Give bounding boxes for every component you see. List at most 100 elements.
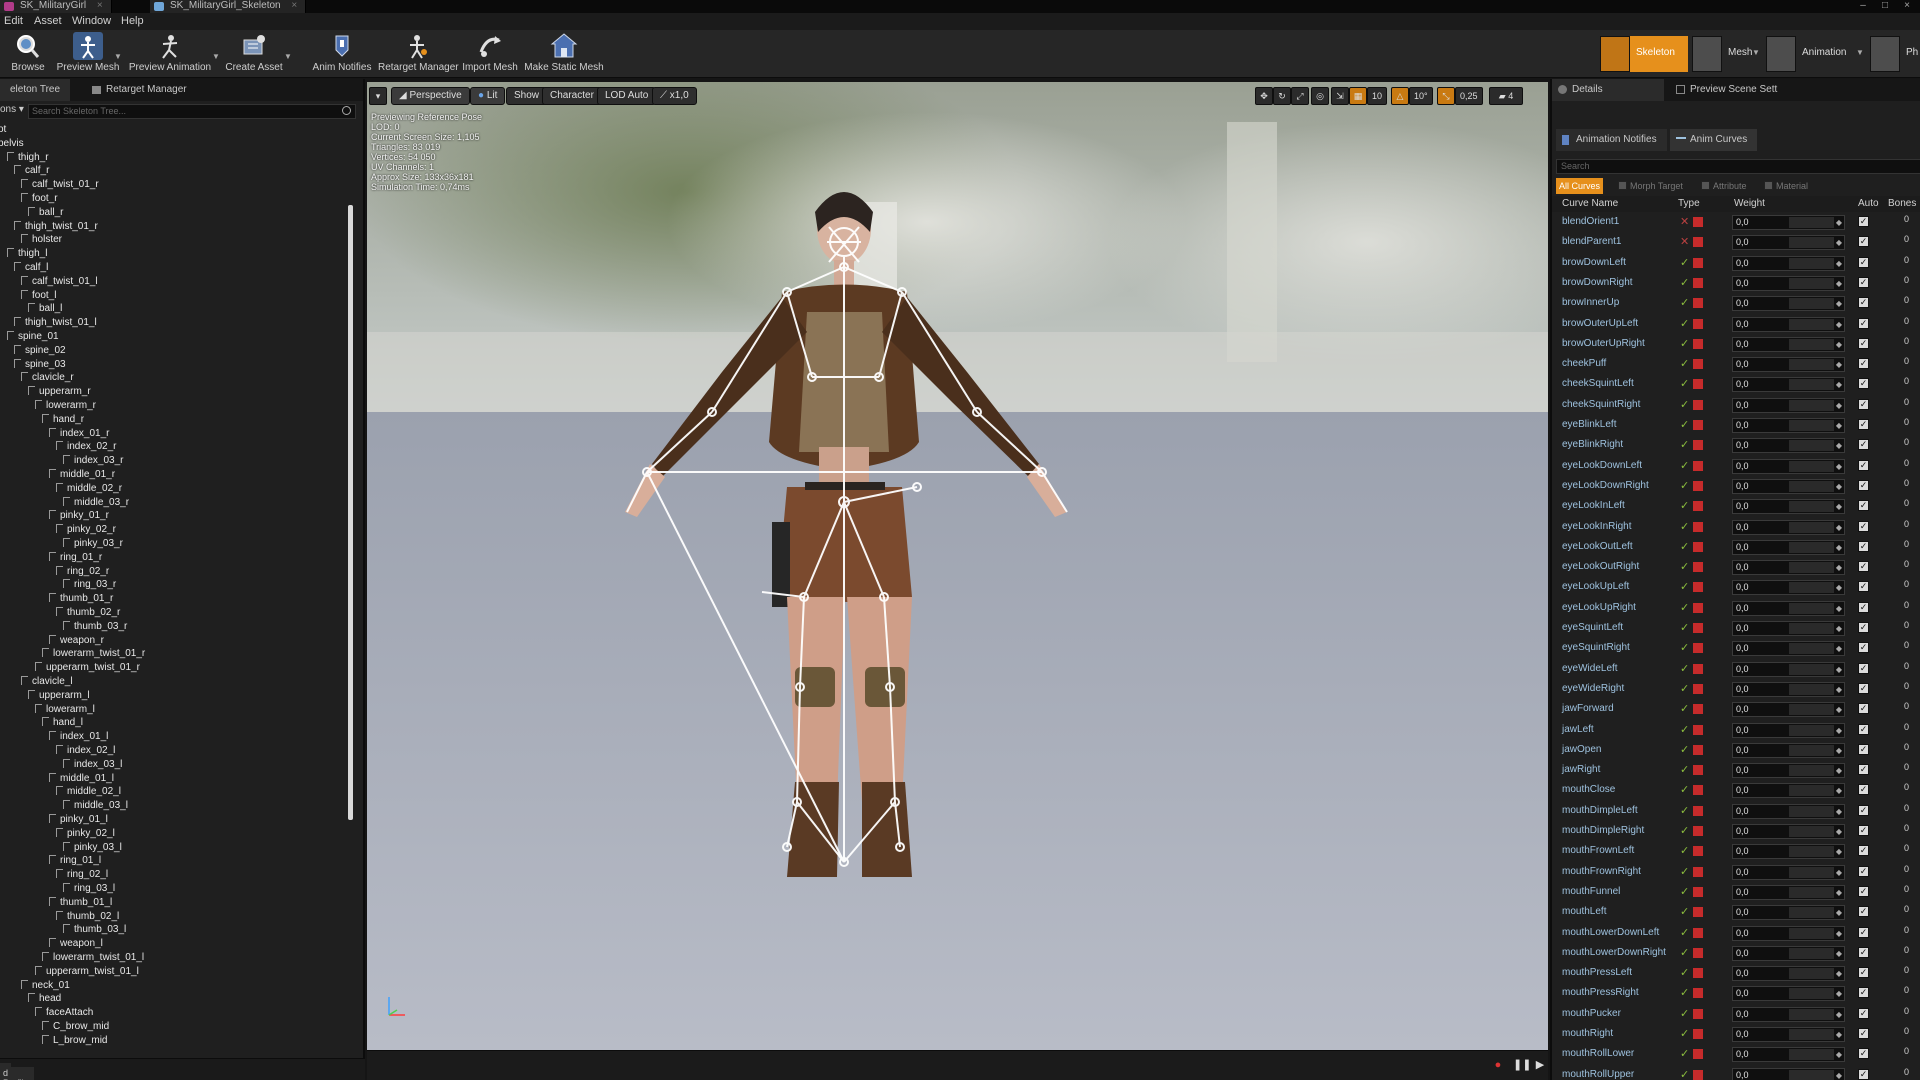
tree-row[interactable]: thigh_r	[7, 151, 49, 165]
morph-target-type-icon[interactable]: ✓	[1680, 623, 1690, 634]
spin-arrows-icon[interactable]: ◆	[1836, 906, 1842, 919]
spin-arrows-icon[interactable]: ◆	[1836, 724, 1842, 737]
tree-row[interactable]: middle_02_l	[56, 785, 121, 799]
tree-row[interactable]: thumb_03_l	[63, 923, 126, 937]
tree-row[interactable]: middle_03_l	[63, 799, 128, 813]
spin-arrows-icon[interactable]: ◆	[1836, 1008, 1842, 1021]
weight-slider[interactable]	[1789, 744, 1834, 756]
weight-input[interactable]: 0,0 ◆	[1732, 478, 1845, 494]
tree-row[interactable]: pinky_01_l	[49, 813, 108, 827]
morph-target-type-icon[interactable]: ✓	[1680, 886, 1690, 897]
tree-row[interactable]: ball_l	[28, 302, 62, 316]
doc-tab-mesh[interactable]: SK_MilitaryGirl ×	[0, 0, 112, 13]
menu-edit[interactable]: Edit	[4, 15, 23, 27]
spin-arrows-icon[interactable]: ◆	[1836, 602, 1842, 615]
spin-arrows-icon[interactable]: ◆	[1836, 947, 1842, 960]
tree-row[interactable]: upperarm_l	[28, 689, 90, 703]
tree-row[interactable]: index_03_l	[63, 758, 122, 772]
auto-checkbox[interactable]: ✓	[1858, 337, 1869, 349]
weight-slider[interactable]	[1789, 927, 1834, 939]
morph-target-type-icon[interactable]: ✕	[1680, 237, 1690, 248]
material-type-icon[interactable]	[1693, 623, 1703, 633]
tree-row[interactable]: thigh_twist_01_r	[14, 220, 98, 234]
auto-checkbox[interactable]: ✓	[1858, 642, 1869, 654]
retarget-manager-button[interactable]: Retarget Manager	[378, 32, 459, 76]
tree-row[interactable]: thigh_l	[7, 247, 47, 261]
close-icon[interactable]: ×	[97, 0, 103, 11]
character-button[interactable]: Character	[542, 87, 602, 105]
weight-input[interactable]: 0,0 ◆	[1732, 336, 1845, 352]
spin-arrows-icon[interactable]: ◆	[1836, 987, 1842, 1000]
weight-input[interactable]: 0,0 ◆	[1732, 499, 1845, 515]
material-type-icon[interactable]	[1693, 318, 1703, 329]
spin-arrows-icon[interactable]: ◆	[1836, 338, 1842, 351]
spin-arrows-icon[interactable]: ◆	[1836, 378, 1842, 391]
spin-arrows-icon[interactable]: ◆	[1836, 561, 1842, 574]
weight-slider[interactable]	[1789, 440, 1834, 452]
blend-profile-dropdown[interactable]: d Profile: None ▾	[0, 1063, 35, 1080]
curve-row[interactable]: eyeWideLeft ✓ 0,0 ◆ ✓ 0	[1552, 659, 1920, 679]
curve-row[interactable]: mouthFrownRight ✓ 0,0 ◆ ✓ 0	[1552, 862, 1920, 882]
auto-checkbox[interactable]: ✓	[1858, 216, 1869, 227]
scale-snap-value[interactable]: 0,25	[1455, 87, 1483, 105]
morph-target-type-icon[interactable]: ✓	[1680, 318, 1690, 329]
curve-row[interactable]: eyeSquintRight ✓ 0,0 ◆ ✓ 0	[1552, 638, 1920, 658]
material-type-icon[interactable]	[1693, 562, 1703, 573]
curve-row[interactable]: cheekPuff ✓ 0,0 ◆ ✓ 0	[1552, 354, 1920, 374]
preview-animation-button[interactable]: Preview Animation	[128, 32, 212, 76]
morph-target-type-icon[interactable]: ✓	[1680, 1049, 1690, 1060]
tree-row[interactable]: middle_01_l	[49, 772, 114, 786]
weight-input[interactable]: 0,0 ◆	[1732, 418, 1845, 433]
playback-speed-button[interactable]: ⟋ x1,0	[652, 87, 697, 105]
spin-arrows-icon[interactable]: ◆	[1836, 297, 1842, 310]
material-type-icon[interactable]	[1693, 968, 1703, 979]
tree-row[interactable]: middle_01_r	[49, 468, 115, 482]
attribute-checkbox[interactable]	[1701, 181, 1710, 190]
weight-input[interactable]: 0,0 ◆	[1732, 742, 1845, 758]
tree-row[interactable]: foot_l	[21, 289, 56, 303]
weight-slider[interactable]	[1789, 257, 1834, 269]
weight-input[interactable]: 0,0 ◆	[1732, 580, 1845, 596]
weight-slider[interactable]	[1789, 582, 1834, 594]
tab-details[interactable]: Details	[1552, 79, 1664, 101]
curve-row[interactable]: eyeBlinkRight ✓ 0,0 ◆ ✓ 0	[1552, 435, 1920, 455]
morph-target-type-icon[interactable]: ✓	[1680, 785, 1690, 796]
spin-arrows-icon[interactable]: ◆	[1836, 236, 1842, 249]
curve-row[interactable]: jawForward ✓ 0,0 ◆ ✓ 0	[1552, 699, 1920, 719]
weight-slider[interactable]	[1789, 602, 1834, 614]
auto-checkbox[interactable]: ✓	[1858, 561, 1869, 573]
tree-row[interactable]: thumb_02_r	[56, 606, 120, 620]
auto-checkbox[interactable]: ✓	[1858, 398, 1869, 410]
morph-target-type-icon[interactable]: ✕	[1680, 217, 1690, 228]
weight-slider[interactable]	[1789, 277, 1834, 289]
weight-input[interactable]: 0,0 ◆	[1732, 864, 1845, 880]
tree-row[interactable]: ball_r	[28, 206, 63, 220]
morph-target-type-icon[interactable]: ✓	[1680, 338, 1690, 349]
weight-slider[interactable]	[1789, 724, 1834, 736]
morph-target-type-icon[interactable]: ✓	[1680, 562, 1690, 573]
morph-target-type-icon[interactable]: ✓	[1680, 359, 1690, 370]
weight-input[interactable]: 0,0 ◆	[1732, 377, 1845, 393]
morph-target-type-icon[interactable]: ✓	[1680, 704, 1690, 715]
tree-row[interactable]: hand_r	[42, 413, 84, 427]
step-forward-icon[interactable]: ▶	[1533, 1058, 1547, 1072]
morph-target-type-icon[interactable]: ✓	[1680, 643, 1690, 654]
material-type-icon[interactable]	[1693, 379, 1703, 390]
material-type-icon[interactable]	[1693, 521, 1703, 532]
tree-row[interactable]: upperarm_twist_01_l	[35, 965, 139, 979]
weight-input[interactable]: 0,0 ◆	[1732, 641, 1845, 657]
browse-button[interactable]: Browse	[6, 32, 50, 76]
mode-skeleton-button[interactable]: Skeleton	[1600, 36, 1688, 72]
auto-checkbox[interactable]: ✓	[1858, 479, 1869, 491]
tree-row[interactable]: spine_02	[14, 344, 66, 358]
morph-target-type-icon[interactable]: ✓	[1680, 947, 1690, 958]
auto-checkbox[interactable]: ✓	[1858, 520, 1869, 532]
spin-arrows-icon[interactable]: ◆	[1836, 703, 1842, 716]
weight-slider[interactable]	[1789, 379, 1834, 391]
curve-row[interactable]: mouthFrownLeft ✓ 0,0 ◆ ✓ 0	[1552, 841, 1920, 861]
curve-row[interactable]: mouthPressRight ✓ 0,0 ◆ ✓ 0	[1552, 983, 1920, 1003]
tree-row[interactable]: calf_l	[14, 261, 48, 275]
spin-arrows-icon[interactable]: ◆	[1836, 419, 1842, 432]
create-asset-button[interactable]: Create Asset	[222, 32, 286, 76]
tree-row[interactable]: ot	[0, 123, 6, 137]
